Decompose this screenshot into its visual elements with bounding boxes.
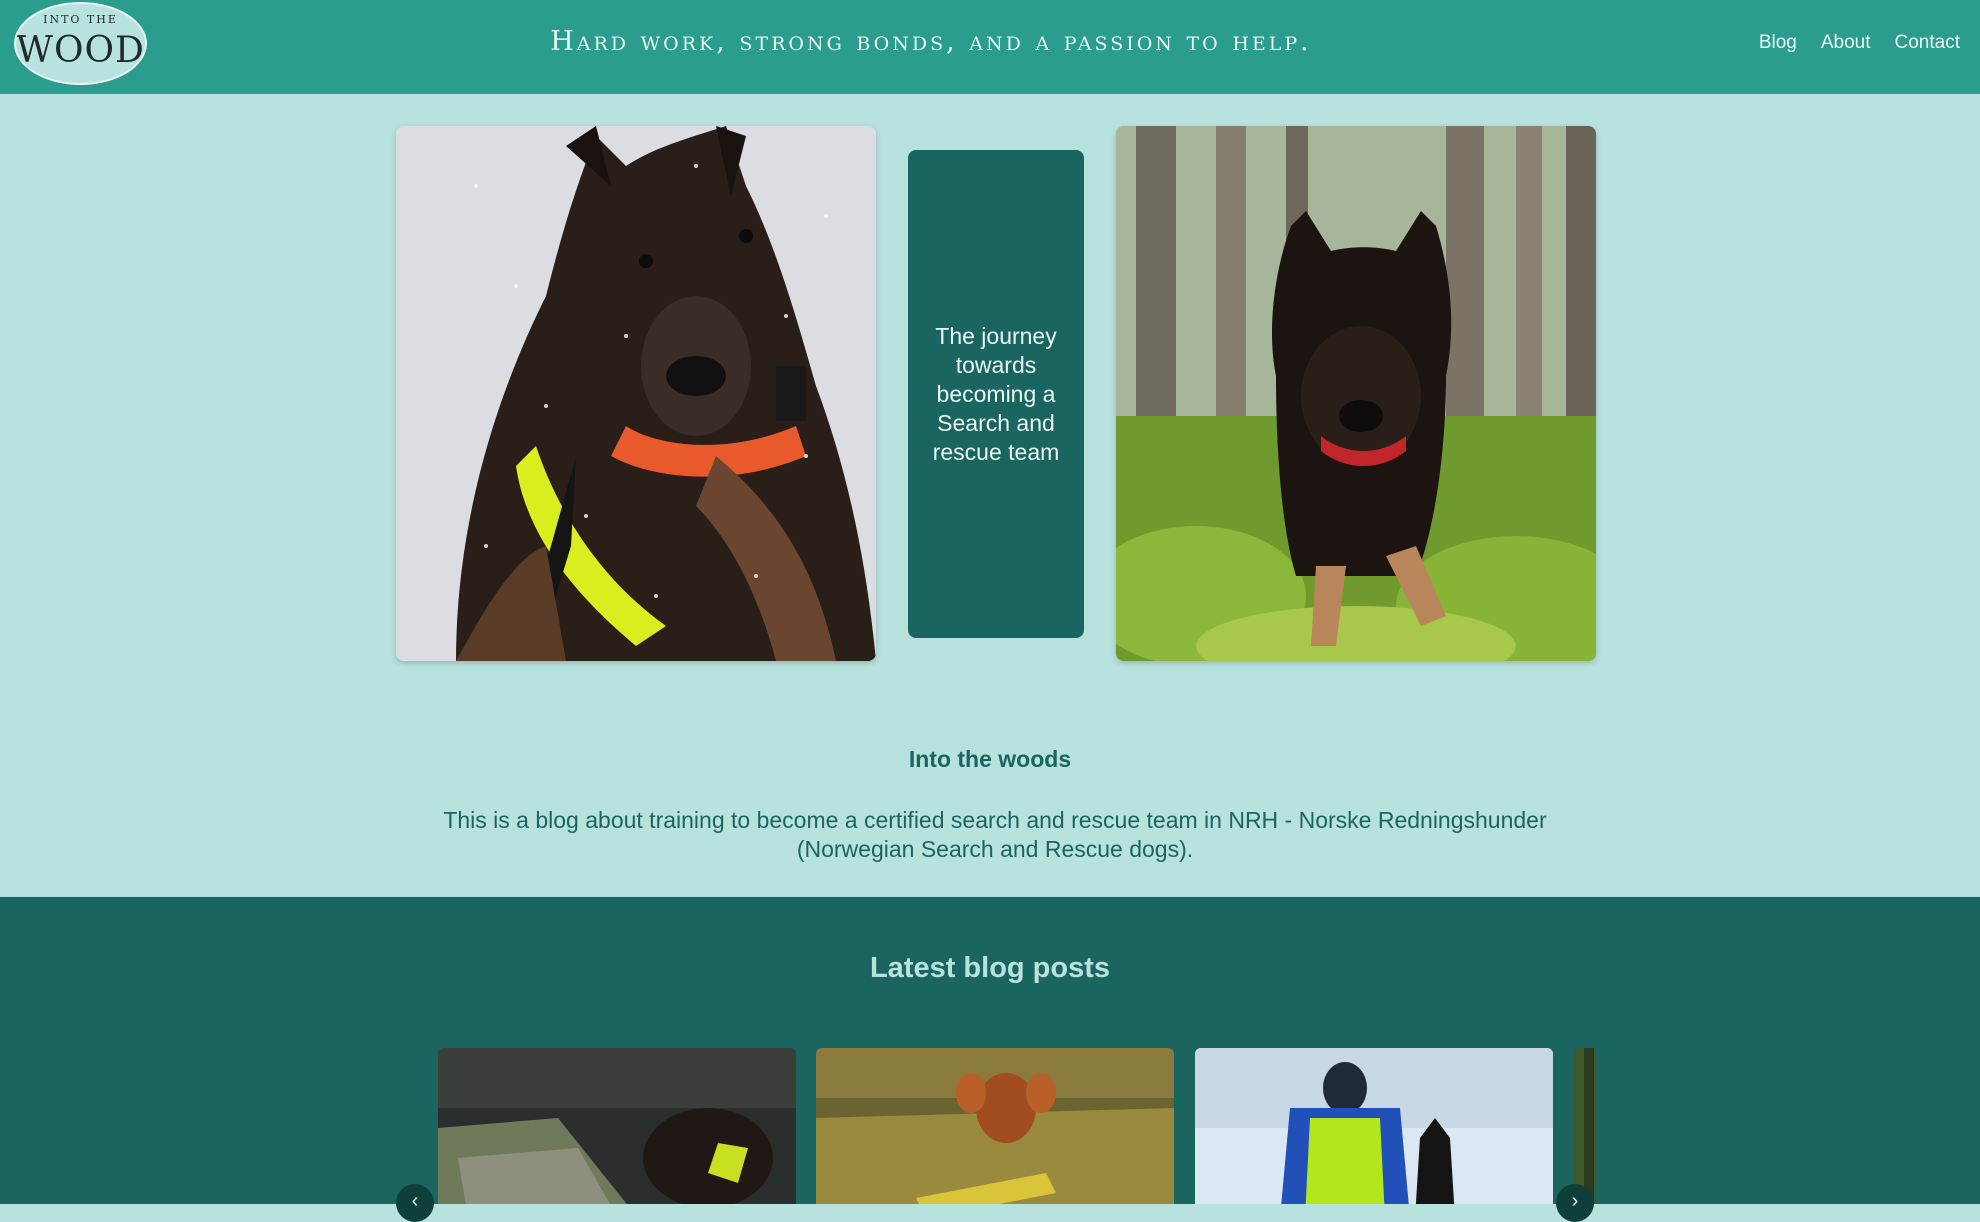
blog-post-image	[816, 1048, 1174, 1204]
nav-link-about[interactable]: About	[1821, 32, 1871, 54]
blog-post-card[interactable]	[1195, 1048, 1553, 1204]
blog-post-image	[1195, 1048, 1553, 1204]
blog-post-card[interactable]	[438, 1048, 796, 1204]
site-tagline: Hard work, strong bonds, and a passion t…	[550, 26, 1312, 57]
blog-carousel	[438, 1048, 1596, 1204]
hero-card-text: The journey towards becoming a Search an…	[932, 322, 1060, 465]
intro-title: Into the woods	[908, 746, 1072, 772]
hero-intro-card: The journey towards becoming a Search an…	[908, 150, 1084, 638]
site-header: INTO THE WOODS Hard work, strong bonds, …	[0, 0, 1980, 94]
blog-post-image	[438, 1048, 796, 1204]
blog-post-image	[1574, 1048, 1596, 1204]
carousel-prev-button[interactable]: ‹	[396, 1184, 434, 1222]
logo-text-small: INTO THE	[43, 13, 118, 26]
nav-link-contact[interactable]: Contact	[1895, 32, 1960, 54]
intro-text: This is a blog about training to become …	[443, 807, 1547, 862]
blog-post-card[interactable]	[1574, 1048, 1596, 1204]
nav-link-blog[interactable]: Blog	[1759, 32, 1797, 54]
hero-photo-dog-forest	[1116, 126, 1596, 661]
carousel-next-button[interactable]: ›	[1556, 1184, 1594, 1222]
latest-posts-title: Latest blog posts	[869, 952, 1111, 984]
latest-posts-section: Latest blog posts	[0, 897, 1980, 1204]
hero-photo-dog-snow	[396, 126, 876, 661]
main-nav: Blog About Contact	[1759, 32, 1960, 54]
blog-post-card[interactable]	[816, 1048, 1174, 1204]
